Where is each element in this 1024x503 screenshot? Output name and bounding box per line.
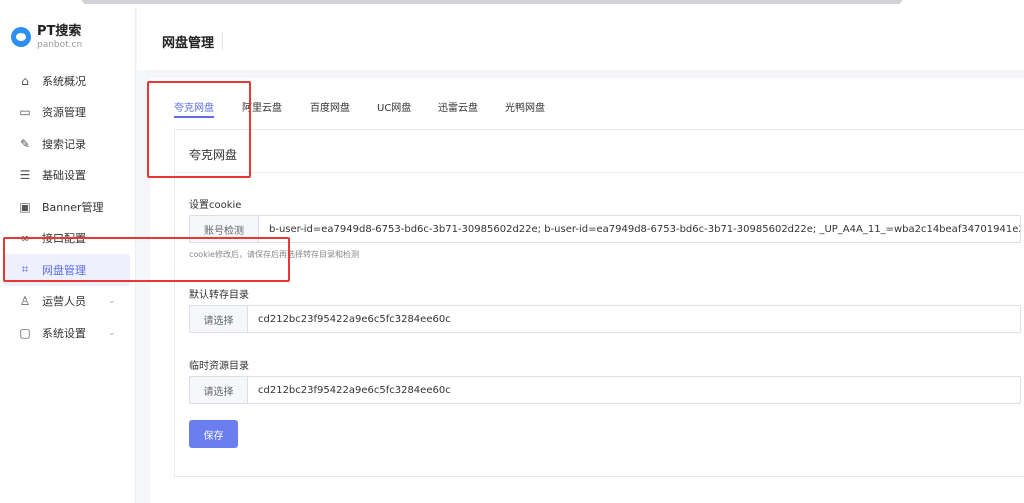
card-title: 夸克网盘 <box>189 148 238 162</box>
main-content: 夸克网盘 阿里云盘 百度网盘 UC网盘 迅雷云盘 光鸭网盘 夸克网盘 设置cookie 账… <box>150 78 1024 503</box>
sidebar-item-label: 接口配置 <box>42 232 86 246</box>
chevron-down-icon: ⌄ <box>108 327 116 338</box>
sidebar-item-7[interactable]: ♙ 运营人员 ⌄ <box>0 286 135 318</box>
default-dir-input-group: 请选择 cd212bc23f95422a9e6c5fc3284ee60c <box>189 305 1021 333</box>
sidebar-item-0[interactable]: ⌂ 系统概况 <box>0 65 135 97</box>
temp-dir-input[interactable]: cd212bc23f95422a9e6c5fc3284ee60c <box>248 377 1020 403</box>
sidebar-item-4[interactable]: ▣ Banner管理 <box>0 191 135 223</box>
netdisk-config-card: 夸克网盘 设置cookie 账号检测 b-user-id=ea7949d8-67… <box>174 129 1024 477</box>
sidebar-item-label: 系统设置 <box>42 326 86 340</box>
crop-icon: ⌗ <box>21 262 29 277</box>
sidebar-item-label: 基础设置 <box>42 169 86 183</box>
sliders-icon: ☰ <box>19 168 31 183</box>
monitor-icon: ▢ <box>19 325 31 340</box>
brand-logo[interactable]: PT搜索 panbot.cn <box>11 24 82 51</box>
sidebar: PT搜索 panbot.cn ⌂ 系统概况 ▭ 资源管理 ✎ 搜索记录 ☰ 基础设置 ▣ Bann… <box>0 8 136 503</box>
sidebar-item-label: 搜索记录 <box>42 137 86 151</box>
user-icon: ♙ <box>19 294 31 309</box>
sidebar-item-label: 运营人员 <box>42 295 86 309</box>
link-icon: ∞ <box>20 231 30 246</box>
image-icon: ▣ <box>19 199 31 214</box>
account-check-button[interactable]: 账号检测 <box>190 216 259 242</box>
sidebar-item-6[interactable]: ⌗ 网盘管理 <box>3 254 130 286</box>
tab-3[interactable]: UC网盘 <box>377 99 411 114</box>
cookie-input[interactable]: b-user-id=ea7949d8-6753-bd6c-3b71-309856… <box>259 216 1020 242</box>
sidebar-item-2[interactable]: ✎ 搜索记录 <box>0 128 135 160</box>
sidebar-item-label: 资源管理 <box>42 106 86 120</box>
sidebar-menu: ⌂ 系统概况 ▭ 资源管理 ✎ 搜索记录 ☰ 基础设置 ▣ Banner管理 ∞ 接口配置 ⌗ 网盘管理 ♙… <box>0 65 135 349</box>
temp-dir-input-group: 请选择 cd212bc23f95422a9e6c5fc3284ee60c <box>189 376 1021 404</box>
tab-2[interactable]: 百度网盘 <box>310 99 350 114</box>
tab-5[interactable]: 光鸭网盘 <box>505 99 545 114</box>
sidebar-item-label: 系统概况 <box>42 74 86 88</box>
sidebar-item-3[interactable]: ☰ 基础设置 <box>0 160 135 192</box>
tab-1[interactable]: 阿里云盘 <box>242 99 282 114</box>
brand-text: PT搜索 panbot.cn <box>37 24 82 51</box>
sidebar-item-8[interactable]: ▢ 系统设置 ⌄ <box>0 317 135 349</box>
brand-title: PT搜索 <box>37 24 82 39</box>
sidebar-item-label: Banner管理 <box>42 200 104 214</box>
home-icon: ⌂ <box>21 73 29 88</box>
cookie-input-group: 账号检测 b-user-id=ea7949d8-6753-bd6c-3b71-3… <box>189 215 1021 243</box>
pen-icon: ✎ <box>19 136 31 151</box>
card-divider <box>175 172 1024 173</box>
sidebar-item-label: 网盘管理 <box>42 263 86 277</box>
cookie-label: 设置cookie <box>189 200 242 211</box>
horizontal-scrollbar[interactable] <box>82 0 902 4</box>
temp-dir-label: 临时资源目录 <box>189 361 249 372</box>
sidebar-item-1[interactable]: ▭ 资源管理 <box>0 97 135 129</box>
netdisk-tabs: 夸克网盘 阿里云盘 百度网盘 UC网盘 迅雷云盘 光鸭网盘 <box>150 78 1024 118</box>
save-button[interactable]: 保存 <box>189 420 238 448</box>
brand-subtitle: panbot.cn <box>37 40 83 50</box>
folder-icon: ▭ <box>19 105 31 120</box>
cloud-chat-logo-icon <box>11 27 31 47</box>
sidebar-item-5[interactable]: ∞ 接口配置 <box>0 223 135 255</box>
default-dir-input[interactable]: cd212bc23f95422a9e6c5fc3284ee60c <box>248 306 1020 332</box>
default-dir-label: 默认转存目录 <box>189 290 249 301</box>
tab-4[interactable]: 迅雷云盘 <box>438 99 478 114</box>
tab-0[interactable]: 夸克网盘 <box>174 99 214 118</box>
page-header: 网盘管理 <box>137 8 1024 70</box>
temp-dir-select-button[interactable]: 请选择 <box>190 377 248 403</box>
top-strip <box>0 0 1024 8</box>
chevron-down-icon: ⌄ <box>108 296 116 307</box>
cookie-hint: cookie修改后，请保存后再选择转存目录和检测 <box>189 250 359 259</box>
page-title: 网盘管理 <box>162 32 224 51</box>
default-dir-select-button[interactable]: 请选择 <box>190 306 248 332</box>
